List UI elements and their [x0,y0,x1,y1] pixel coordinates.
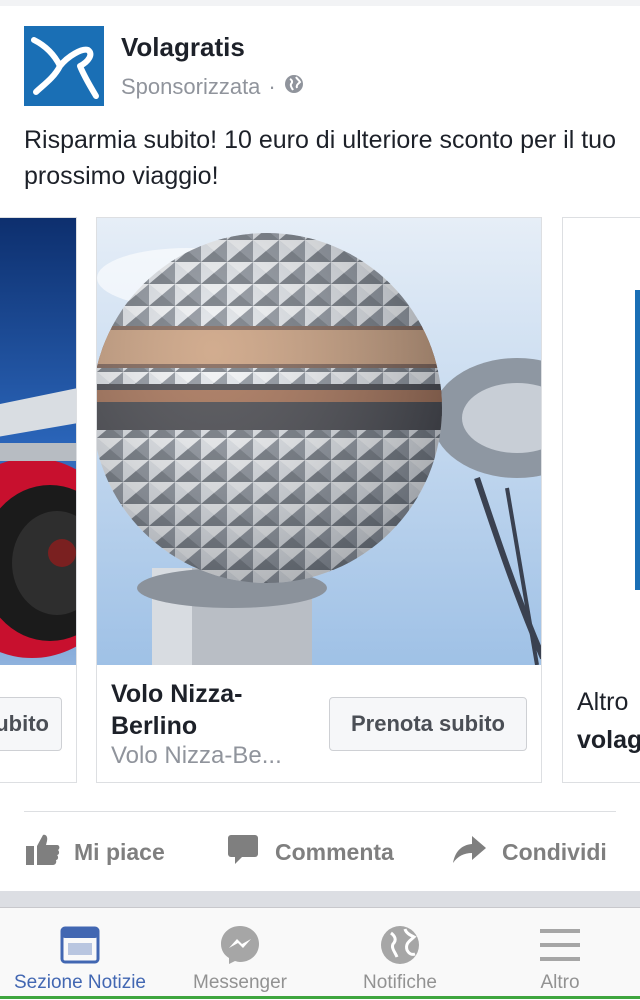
see-more-label: Altro [577,688,629,716]
tab-news-feed-label: Sezione Notizie [13,972,147,993]
book-now-button-previous[interactable]: ubito [0,697,62,751]
volagratis-logo[interactable] [24,26,104,106]
post-text: Risparmia subito! 10 euro di ulteriore s… [24,126,616,190]
tab-more-label: Altro [540,972,580,993]
carousel[interactable]: ubito Volo Nizza-Berlino Volo Nizza-Be..… [0,217,640,785]
see-more-image [563,218,640,665]
tab-messenger-label: Messenger [193,972,287,993]
card-subtitle: Volo Nizza-Be... [111,742,282,769]
meta-separator: · [268,74,276,99]
post-meta: Sponsorizzata · [121,74,304,100]
book-now-button[interactable]: Prenota subito [329,697,527,751]
share-button[interactable]: Condividi [452,820,607,884]
thumbs-up-icon [26,833,74,871]
tab-news-feed[interactable]: Sezione Notizie [0,908,160,1000]
berlin-tv-tower-image [97,218,541,665]
page-name[interactable]: Volagratis [121,32,245,63]
actions-divider [24,811,616,812]
comment-label: Commenta [275,838,394,865]
carousel-card-next[interactable]: Altro volag [562,217,640,783]
feed-gap [0,891,640,907]
airplane-engine-image [0,218,76,665]
comment-button[interactable]: Commenta [227,820,394,884]
news-feed-icon [60,924,100,966]
tab-notifications[interactable]: Notifiche [320,908,480,1000]
see-more-link[interactable]: volag [577,726,640,755]
tab-notifications-label: Notifiche [363,972,437,993]
tab-more[interactable]: Altro [480,908,640,1000]
bottom-tab-bar: Sezione Notizie Messenger Notifiche Altr… [0,907,640,999]
carousel-card-main[interactable]: Volo Nizza-Berlino Volo Nizza-Be... Pren… [96,217,542,783]
share-icon [452,834,502,870]
post-header: Volagratis Sponsorizzata · [24,26,584,106]
globe-icon [284,74,304,100]
like-label: Mi piace [74,838,165,865]
card-title[interactable]: Volo Nizza-Berlino [111,678,311,742]
globe-icon [379,924,421,966]
comment-icon [227,833,275,871]
post-actions: Mi piace Commenta Condividi [0,820,640,884]
top-separator [0,0,640,6]
menu-icon [540,924,580,966]
like-button[interactable]: Mi piace [26,820,165,884]
messenger-icon [219,924,261,966]
carousel-card-previous[interactable]: ubito [0,217,77,783]
tab-messenger[interactable]: Messenger [160,908,320,1000]
sponsored-label[interactable]: Sponsorizzata [121,74,260,100]
share-label: Condividi [502,838,607,865]
